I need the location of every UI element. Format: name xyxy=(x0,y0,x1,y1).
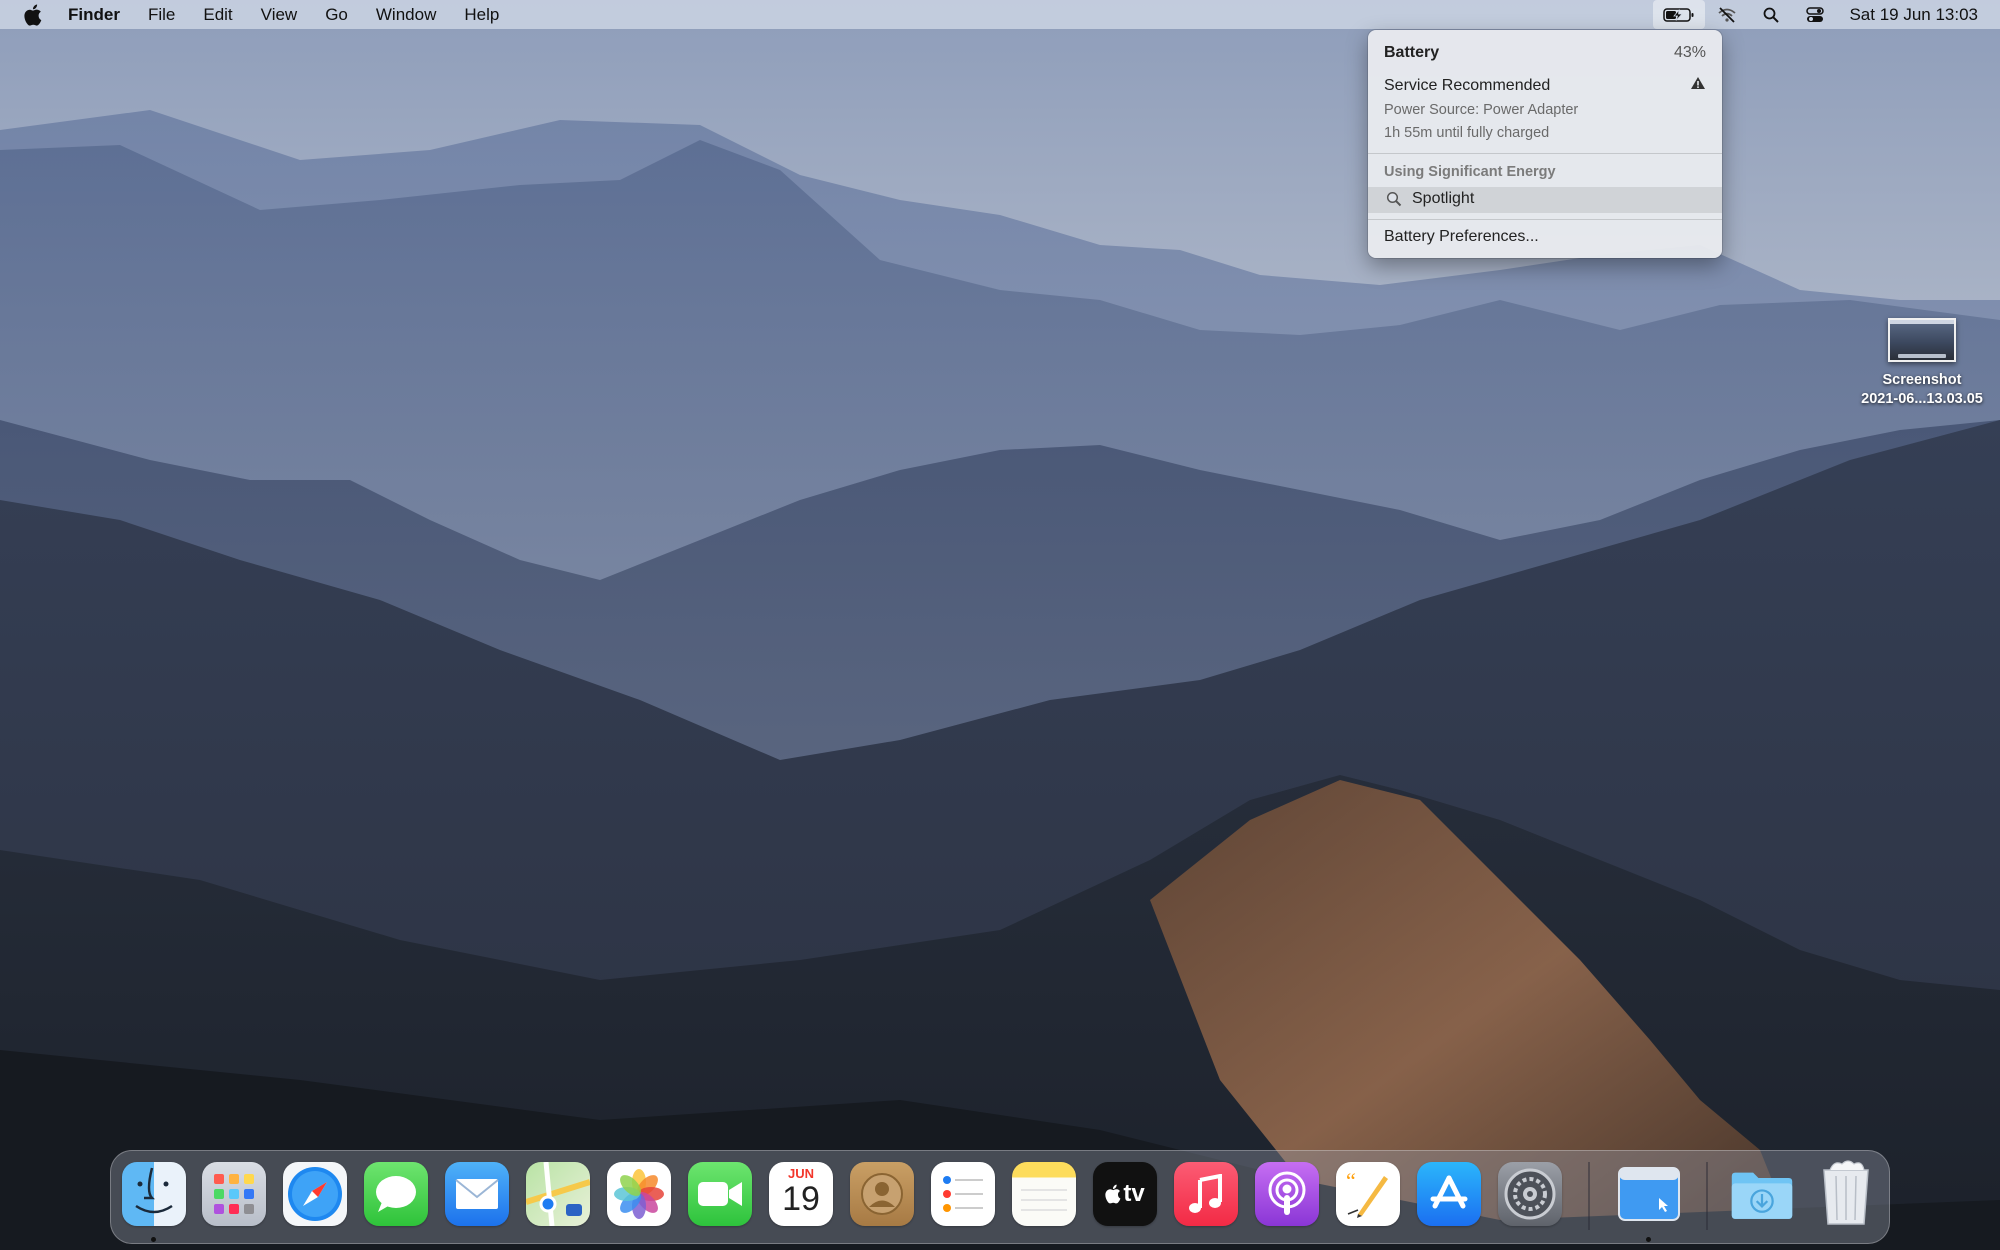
svg-text:“: “ xyxy=(1346,1170,1356,1193)
dock-launchpad-icon[interactable] xyxy=(202,1162,266,1226)
dock-running-indicator xyxy=(151,1237,156,1242)
dock-downloads-folder-icon[interactable] xyxy=(1730,1162,1794,1226)
menu-view[interactable]: View xyxy=(261,0,298,29)
dock-separator xyxy=(1706,1162,1708,1230)
menu-file[interactable]: File xyxy=(148,0,175,29)
dock-music-icon[interactable] xyxy=(1174,1162,1238,1226)
dock-finder-icon[interactable] xyxy=(122,1162,186,1226)
menu-app-name[interactable]: Finder xyxy=(68,0,120,29)
wifi-off-icon[interactable] xyxy=(1705,0,1749,29)
energy-section-header: Using Significant Energy xyxy=(1384,164,1556,180)
control-center-icon[interactable] xyxy=(1793,0,1837,29)
service-recommended-row[interactable]: Service Recommended xyxy=(1384,76,1706,95)
menu-separator xyxy=(1368,219,1722,220)
dock-separator xyxy=(1588,1162,1590,1230)
menu-help[interactable]: Help xyxy=(464,0,499,29)
spotlight-search-icon[interactable] xyxy=(1749,0,1793,29)
dock-photos-icon[interactable] xyxy=(607,1162,671,1226)
desktop-screenshot-file[interactable]: Screenshot 2021-06...13.03.05 xyxy=(1848,318,1996,407)
energy-app-name: Spotlight xyxy=(1412,190,1475,207)
dock-contacts-icon[interactable] xyxy=(850,1162,914,1226)
file-name-line2: 2021-06...13.03.05 xyxy=(1861,391,1983,407)
warning-icon xyxy=(1690,76,1706,95)
battery-preferences-label: Battery Preferences... xyxy=(1384,228,1539,245)
menu-go[interactable]: Go xyxy=(325,0,348,29)
menu-window[interactable]: Window xyxy=(376,0,436,29)
time-remaining-text: 1h 55m until fully charged xyxy=(1384,125,1550,141)
spotlight-app-icon xyxy=(1386,191,1402,207)
calendar-month: JUN xyxy=(787,1166,814,1181)
dock-maps-icon[interactable] xyxy=(526,1162,590,1226)
dock-calendar-icon[interactable]: JUN 19 xyxy=(769,1162,833,1226)
dock-reminders-icon[interactable] xyxy=(931,1162,995,1226)
battery-percentage: 43% xyxy=(1673,44,1706,61)
battery-menu-title: Battery xyxy=(1384,44,1440,61)
service-recommended-label: Service Recommended xyxy=(1384,76,1551,94)
dock-mail-icon[interactable] xyxy=(445,1162,509,1226)
battery-charging-icon[interactable] xyxy=(1653,0,1706,29)
menu-edit[interactable]: Edit xyxy=(203,0,232,29)
calendar-day: 19 xyxy=(782,1180,820,1218)
dock-app-store-icon[interactable] xyxy=(1417,1162,1481,1226)
file-name-line1: Screenshot xyxy=(1882,372,1962,388)
dock-safari-icon[interactable] xyxy=(283,1162,347,1226)
dock-pages-icon[interactable]: “ xyxy=(1336,1162,1400,1226)
dock-podcasts-icon[interactable] xyxy=(1255,1162,1319,1226)
dock-messages-icon[interactable] xyxy=(364,1162,428,1226)
dock-system-preferences-icon[interactable] xyxy=(1498,1162,1562,1226)
dock-running-indicator xyxy=(1646,1237,1651,1242)
dock-screenshot-icon[interactable] xyxy=(1617,1162,1681,1226)
energy-app-spotlight[interactable]: Spotlight xyxy=(1386,190,1706,208)
screenshot-thumbnail xyxy=(1888,318,1956,362)
apple-logo-icon[interactable] xyxy=(24,4,46,26)
dock-notes-icon[interactable] xyxy=(1012,1162,1076,1226)
dock-tv-icon[interactable]: tv xyxy=(1093,1162,1157,1226)
battery-preferences-item[interactable]: Battery Preferences... xyxy=(1384,228,1706,246)
dock-facetime-icon[interactable] xyxy=(688,1162,752,1226)
tv-label: tv xyxy=(1123,1180,1145,1207)
menu-bar: Finder File Edit View Go Window Help Sat… xyxy=(0,0,2000,29)
menubar-clock[interactable]: Sat 19 Jun 13:03 xyxy=(1849,5,1978,25)
battery-status-menu: Battery 43% Service Recommended Power So… xyxy=(1368,30,1722,258)
menu-separator xyxy=(1368,153,1722,154)
dock-trash-icon[interactable] xyxy=(1814,1160,1878,1225)
power-source-text: Power Source: Power Adapter xyxy=(1384,102,1579,118)
